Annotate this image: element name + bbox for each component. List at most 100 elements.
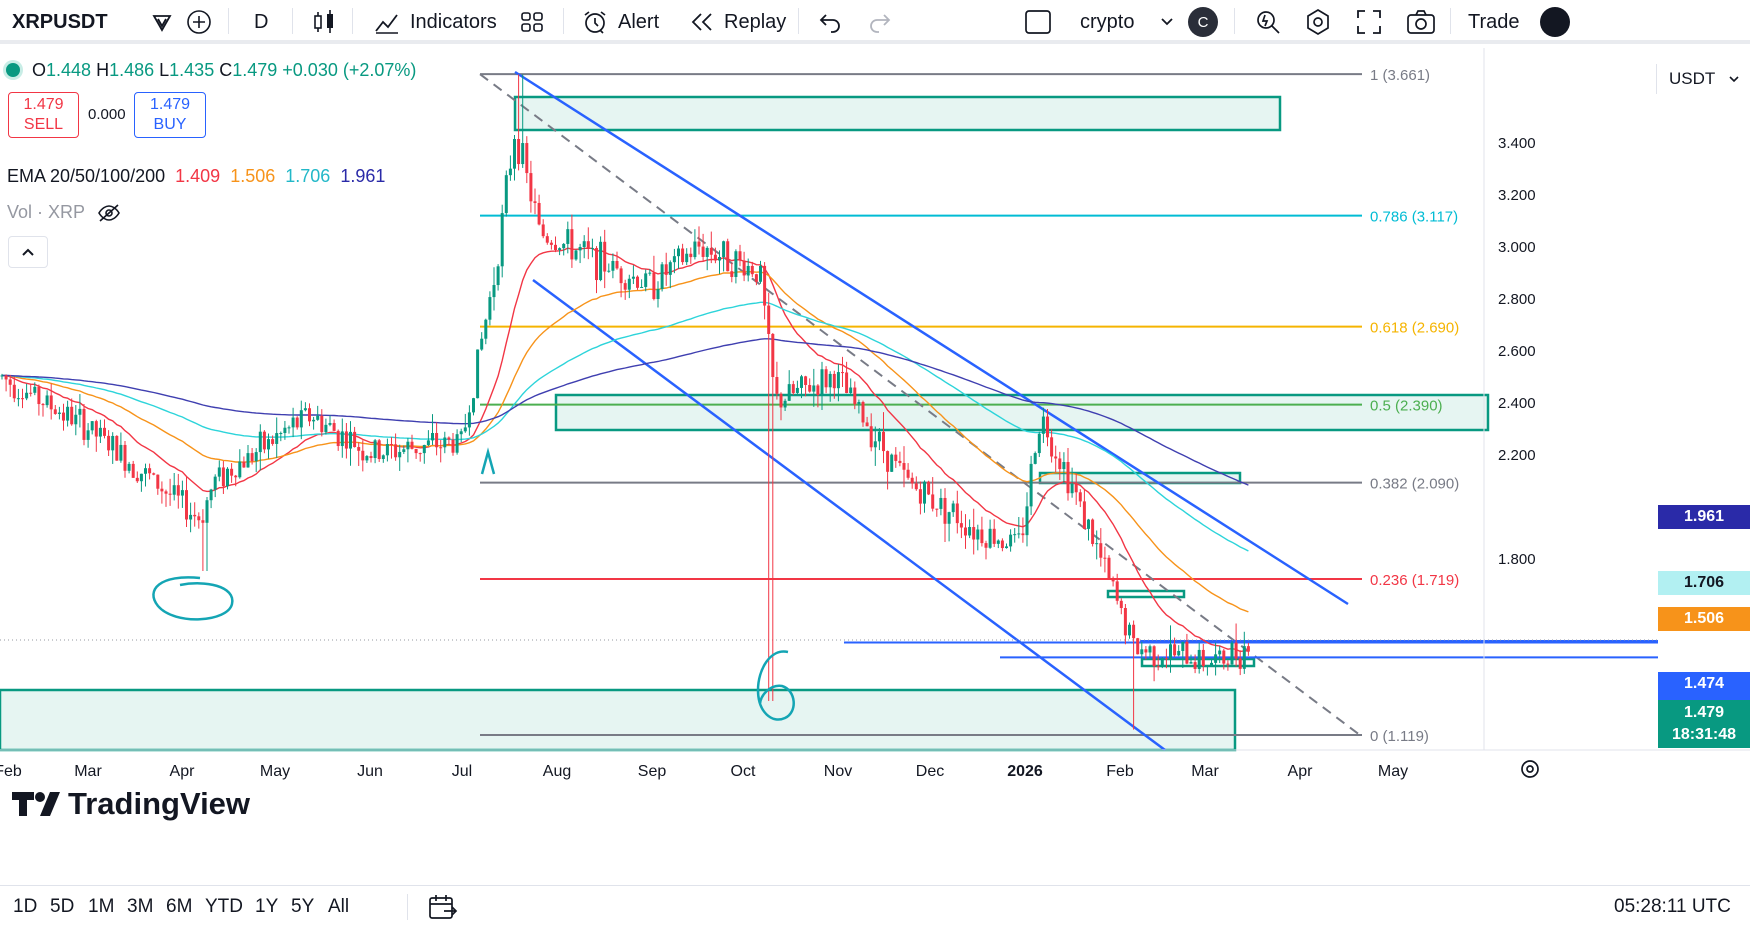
settings-icon[interactable]: [1304, 0, 1332, 44]
hand-drawings[interactable]: [152, 447, 795, 721]
collapse-legend-button[interactable]: [8, 236, 48, 268]
candle-body: [1222, 650, 1226, 664]
candle: [738, 244, 742, 267]
user-menu-icon[interactable]: [1540, 0, 1570, 44]
chevron-up-icon[interactable]: [21, 247, 35, 257]
range-1y[interactable]: 1Y: [255, 886, 278, 926]
candle-body: [763, 265, 767, 306]
interval-label[interactable]: D: [254, 11, 268, 34]
candle: [554, 236, 557, 253]
time-axis[interactable]: Feb Mar Apr May Jun Jul Aug Sep Oct Nov Dec 2026 Feb…: [0, 749, 1750, 780]
candle-body: [139, 473, 143, 482]
clock[interactable]: 05:28:11 UTC: [1614, 886, 1731, 926]
avatar-letter[interactable]: C: [1188, 7, 1218, 37]
layout-name-label[interactable]: crypto: [1080, 11, 1134, 34]
price-axis[interactable]: 3.400 3.200 3.000 2.800 2.600 2.400 2.200 1.800: [1483, 48, 1536, 750]
quick-search-icon[interactable]: [1254, 0, 1282, 44]
indicators-label[interactable]: Indicators: [410, 11, 497, 34]
undo-icon[interactable]: [818, 0, 842, 44]
range-5y[interactable]: 5Y: [291, 886, 314, 926]
ema-legend[interactable]: EMA 20/50/100/200 1.409 1.506 1.706 1.96…: [7, 166, 385, 187]
candle-body: [156, 474, 160, 489]
range-1d[interactable]: 1D: [13, 886, 37, 926]
candle: [623, 279, 627, 300]
candle-body: [689, 253, 693, 258]
candle: [262, 430, 266, 454]
candle-body: [29, 392, 33, 394]
candle: [898, 451, 902, 467]
fullscreen-icon[interactable]: [1356, 0, 1382, 44]
candle-body: [1078, 492, 1082, 502]
candle: [959, 510, 963, 539]
candle: [152, 472, 156, 476]
candle: [902, 446, 906, 488]
candle-body: [808, 384, 812, 392]
symbol-name[interactable]: XRPUSDT: [12, 11, 108, 34]
chart-type-candles-icon[interactable]: [312, 0, 336, 44]
chevron-down-icon[interactable]: [1729, 75, 1739, 83]
layout-select-icon[interactable]: [1024, 0, 1052, 44]
time-tick: Jun: [357, 763, 383, 780]
candle: [1128, 622, 1131, 639]
candle-body: [480, 338, 484, 350]
candle-body: [508, 168, 512, 176]
compare-add-icon[interactable]: [186, 0, 212, 44]
interval-button[interactable]: D: [254, 0, 268, 44]
candle: [877, 428, 881, 451]
sell-label[interactable]: SELL: [9, 115, 78, 135]
candle: [795, 380, 799, 396]
currency-label[interactable]: USDT: [1669, 69, 1715, 89]
candle: [164, 489, 168, 507]
range-3m[interactable]: 3M: [127, 886, 153, 926]
chevron-down-icon[interactable]: [1160, 0, 1174, 44]
candle-body: [681, 248, 685, 263]
indicators-button[interactable]: Indicators: [374, 0, 497, 44]
candle: [1148, 644, 1152, 658]
candle: [1160, 657, 1164, 669]
layout-name[interactable]: crypto: [1080, 0, 1134, 44]
candle: [787, 370, 791, 401]
buy-price[interactable]: 1.479: [135, 95, 205, 115]
range-1m[interactable]: 1M: [88, 886, 114, 926]
templates-icon[interactable]: [520, 0, 544, 44]
favorite-icon[interactable]: [150, 0, 174, 44]
volume-legend[interactable]: Vol · XRP: [7, 202, 121, 223]
clock-label[interactable]: 05:28:11 UTC: [1614, 896, 1731, 918]
buy-button[interactable]: 1.479 BUY: [134, 92, 206, 138]
candle-body: [320, 415, 324, 433]
candle: [426, 430, 430, 447]
volume-label[interactable]: Vol · XRP: [7, 202, 85, 223]
avatar[interactable]: C: [1188, 0, 1218, 44]
demand-zone-bottom: [0, 688, 1237, 752]
currency-select[interactable]: USDT: [1656, 64, 1750, 94]
range-ytd[interactable]: YTD: [205, 886, 243, 926]
hidden-eye-icon[interactable]: [97, 203, 121, 222]
candle: [1152, 645, 1156, 682]
redo-icon[interactable]: [868, 0, 892, 44]
alert-button[interactable]: Alert: [582, 0, 659, 44]
candle-body: [1230, 642, 1234, 665]
candle: [541, 219, 545, 239]
goto-date-icon[interactable]: [428, 886, 458, 926]
alert-label[interactable]: Alert: [618, 11, 659, 34]
sell-price[interactable]: 1.479: [9, 95, 78, 115]
buy-label[interactable]: BUY: [135, 115, 205, 135]
trade-button[interactable]: Trade: [1468, 0, 1520, 44]
symbol-search[interactable]: XRPUSDT: [12, 0, 108, 44]
ema-title[interactable]: EMA 20/50/100/200: [7, 166, 165, 186]
candle: [480, 332, 484, 351]
range-6m[interactable]: 6M: [166, 886, 192, 926]
candle: [545, 233, 549, 245]
range-5d[interactable]: 5D: [50, 886, 74, 926]
candle-body: [636, 276, 639, 288]
trade-label[interactable]: Trade: [1468, 11, 1520, 34]
range-all[interactable]: All: [328, 886, 349, 926]
replay-label[interactable]: Replay: [724, 11, 786, 34]
candle-body: [164, 491, 168, 494]
tradingview-logo[interactable]: TradingView: [12, 786, 250, 822]
camera-icon[interactable]: [1406, 0, 1436, 44]
replay-button[interactable]: Replay: [690, 0, 786, 44]
candle-body: [189, 514, 193, 520]
sell-button[interactable]: 1.479 SELL: [8, 92, 79, 138]
candle-body: [422, 444, 426, 454]
